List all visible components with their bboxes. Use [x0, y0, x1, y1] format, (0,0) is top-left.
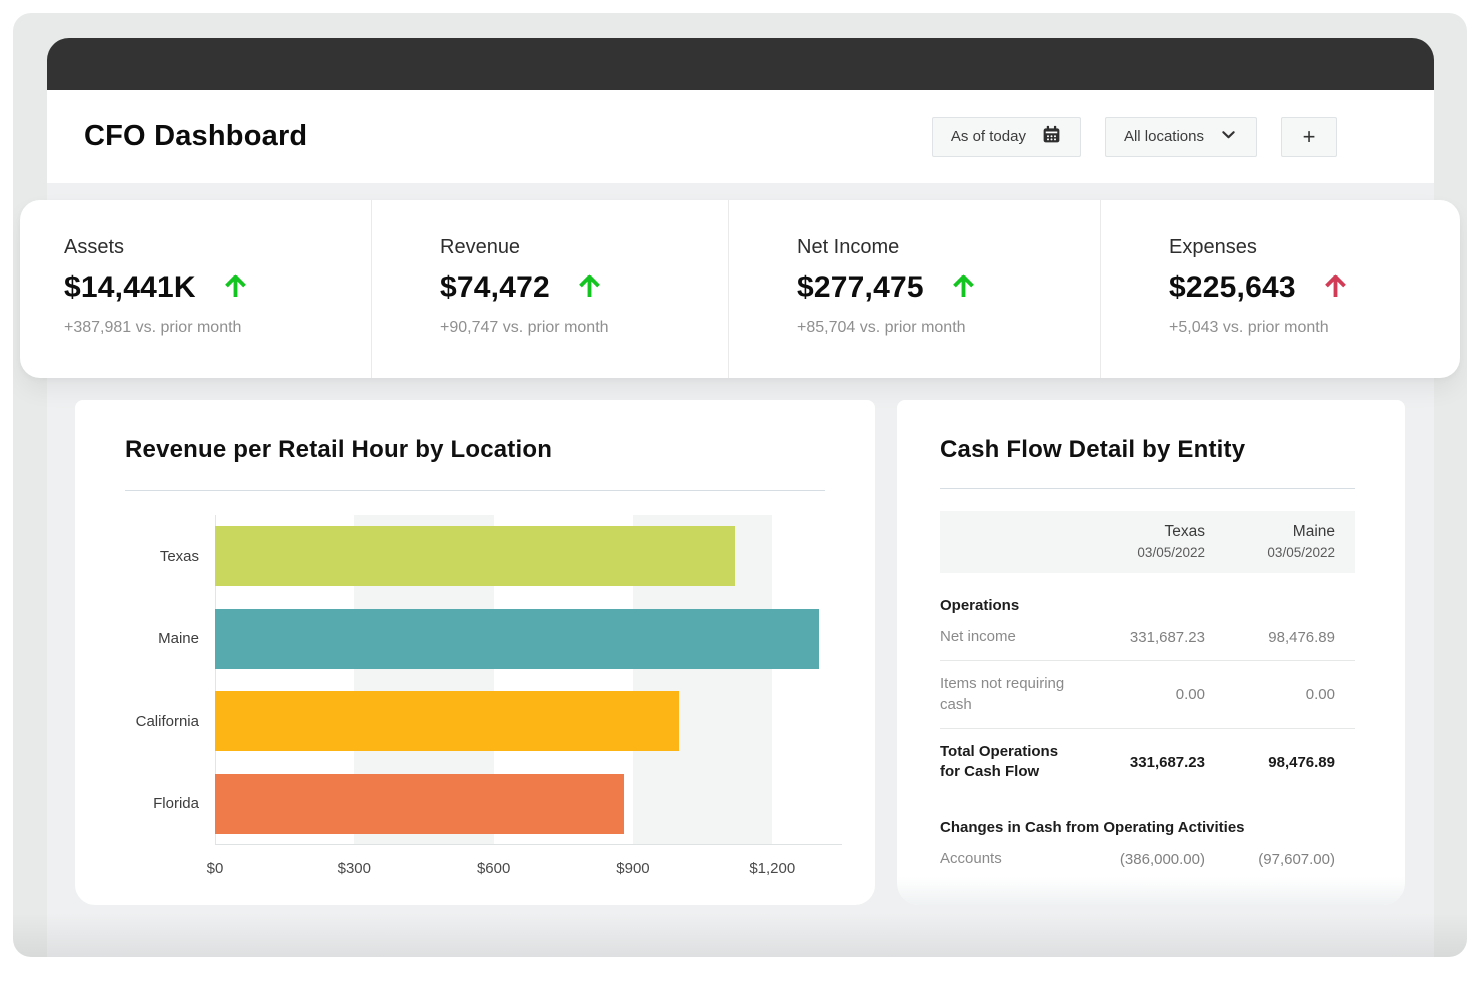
trend-up-arrow-icon [222, 272, 249, 304]
chevron-down-icon [1219, 125, 1238, 148]
row-value: 98,476.89 [1205, 754, 1335, 771]
row-label: Total Operations for Cash Flow [940, 742, 1075, 783]
kpi-value: $74,472 [440, 271, 550, 305]
dashboard-header: CFO Dashboard As of today [47, 90, 1434, 183]
header-controls: As of today [932, 117, 1337, 157]
column-entity: Texas [1075, 521, 1205, 543]
kpi-label: Revenue [440, 236, 718, 259]
row-value: 98,476.89 [1205, 629, 1335, 646]
bar-row-texas: Texas [215, 515, 828, 598]
column-date: 03/05/2022 [1205, 543, 1335, 563]
row-value: 0.00 [1205, 686, 1335, 703]
kpi-delta: +90,747 vs. prior month [440, 319, 718, 337]
table-title-divider [940, 488, 1355, 489]
kpi-card-assets: Assets $14,441K +387,981 vs. prior month [20, 200, 371, 378]
bar-maine[interactable] [215, 609, 819, 669]
category-label: California [136, 713, 199, 730]
column-entity: Maine [1205, 521, 1335, 543]
x-tick-label: $300 [338, 860, 371, 877]
row-value: 331,687.23 [1075, 754, 1205, 771]
kpi-card-net-income: Net Income $277,475 +85,704 vs. prior mont… [728, 200, 1100, 378]
row-value: 331,687.23 [1075, 629, 1205, 646]
row-value: (97,607.00) [1205, 851, 1335, 868]
category-label: Florida [153, 795, 199, 812]
row-value: (386,000.00) [1075, 851, 1205, 868]
kpi-delta: +5,043 vs. prior month [1169, 319, 1450, 337]
date-filter-button[interactable]: As of today [932, 117, 1081, 157]
chart-title: Revenue per Retail Hour by Location [125, 436, 552, 464]
bar-row-maine: Maine [215, 598, 828, 681]
trend-up-arrow-icon [1322, 272, 1349, 304]
table-row: Total Operations for Cash Flow331,687.23… [940, 729, 1355, 796]
row-value: 0.00 [1075, 686, 1205, 703]
location-filter-dropdown[interactable]: All locations [1105, 117, 1257, 157]
kpi-label: Expenses [1169, 236, 1450, 259]
x-tick-label: $600 [477, 860, 510, 877]
row-label: Accounts [940, 849, 1075, 869]
kpi-card-revenue: Revenue $74,472 +90,747 vs. prior month [371, 200, 728, 378]
table-row: Net income331,687.2398,476.89 [940, 614, 1355, 661]
bar-florida[interactable] [215, 774, 624, 834]
plus-icon: + [1303, 124, 1316, 150]
trend-up-arrow-icon [576, 272, 603, 304]
x-tick-label: $900 [616, 860, 649, 877]
bar-row-california: California [215, 680, 828, 763]
x-axis-ticks: $0$300$600$900$1,200 [215, 860, 828, 880]
page-title: CFO Dashboard [84, 120, 307, 153]
trend-up-arrow-icon [950, 272, 977, 304]
kpi-delta: +85,704 vs. prior month [797, 319, 1090, 337]
bar-chart-plot: TexasMaineCaliforniaFlorida [215, 515, 828, 845]
cash-flow-table: Cash Flow Detail by Entity Texas03/05/20… [897, 400, 1405, 883]
category-label: Maine [158, 630, 199, 647]
bar-california[interactable] [215, 691, 679, 751]
kpi-value: $225,643 [1169, 271, 1296, 305]
cash-flow-panel: Cash Flow Detail by Entity Texas03/05/20… [897, 400, 1405, 905]
column-header-maine: Maine03/05/2022 [1205, 521, 1335, 563]
column-header-texas: Texas03/05/2022 [1075, 521, 1205, 563]
x-tick-label: $0 [207, 860, 224, 877]
kpi-delta: +387,981 vs. prior month [64, 319, 361, 337]
table-row: Items not requiring cash0.000.00 [940, 661, 1355, 729]
table-section-header: Operations [940, 597, 1355, 614]
table-header-row: Texas03/05/2022Maine03/05/2022 [940, 511, 1355, 573]
kpi-value: $277,475 [797, 271, 924, 305]
kpi-label: Net Income [797, 236, 1090, 259]
kpi-card-expenses: Expenses $225,643 +5,043 vs. prior month [1100, 200, 1460, 378]
revenue-chart-panel: Revenue per Retail Hour by Location Texa… [75, 400, 875, 905]
kpi-summary-band: Assets $14,441K +387,981 vs. prior month Re… [20, 200, 1460, 378]
table-title: Cash Flow Detail by Entity [940, 400, 1355, 464]
kpi-label: Assets [64, 236, 361, 259]
app-canvas: CFO Dashboard As of today [13, 13, 1467, 957]
x-tick-label: $1,200 [749, 860, 795, 877]
table-row: Accounts(386,000.00)(97,607.00) [940, 836, 1355, 882]
add-widget-button[interactable]: + [1281, 117, 1337, 157]
date-filter-label: As of today [951, 128, 1026, 145]
category-label: Texas [160, 548, 199, 565]
bar-texas[interactable] [215, 526, 735, 586]
chart-title-divider [125, 490, 825, 491]
location-filter-label: All locations [1124, 128, 1204, 145]
table-section-header: Changes in Cash from Operating Activitie… [940, 819, 1355, 836]
kpi-value: $14,441K [64, 271, 196, 305]
bar-row-florida: Florida [215, 763, 828, 846]
window-titlebar [47, 38, 1434, 90]
column-date: 03/05/2022 [1075, 543, 1205, 563]
row-label: Items not requiring cash [940, 674, 1075, 715]
row-label: Net income [940, 627, 1075, 647]
calendar-icon [1041, 124, 1062, 149]
